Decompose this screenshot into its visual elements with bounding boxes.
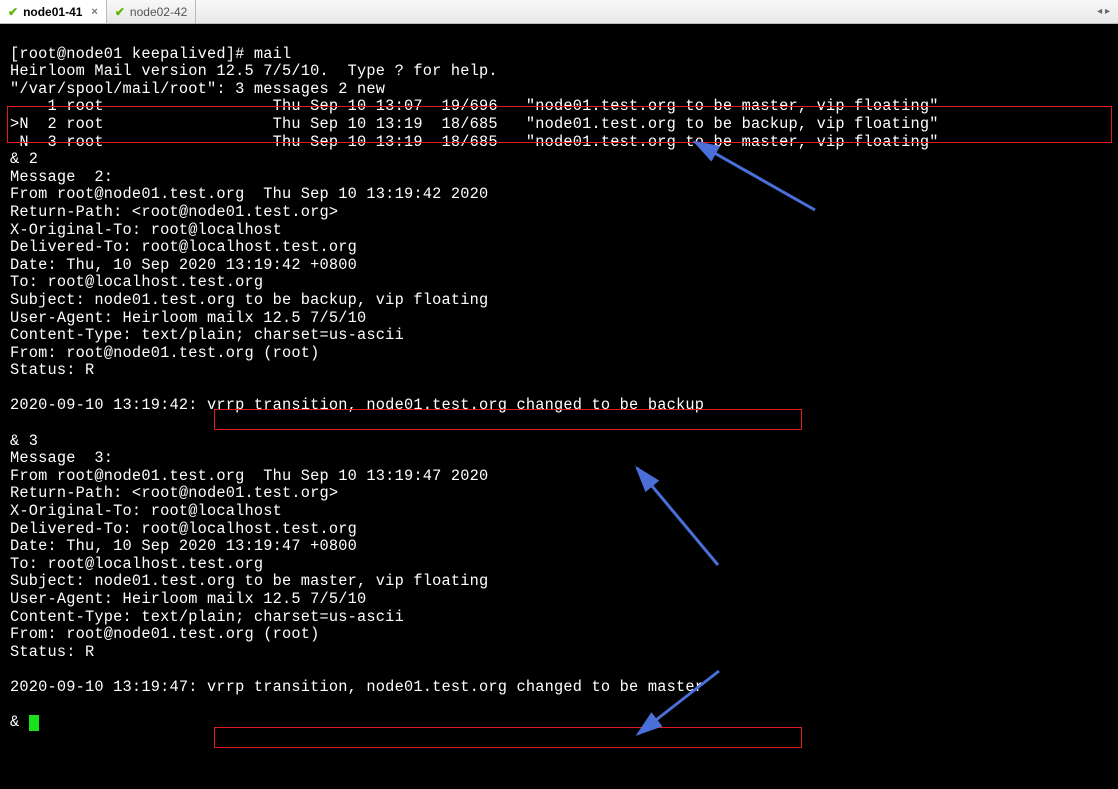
mail-prompt: & 2 — [10, 150, 38, 168]
prompt-line: [root@node01 keepalived]# mail — [10, 45, 291, 63]
close-icon[interactable]: × — [91, 6, 97, 18]
tab-label: node01-41 — [23, 5, 82, 19]
message-header: Delivered-To: root@localhost.test.org — [10, 520, 357, 538]
cursor-icon — [29, 715, 39, 731]
new-tab-icon[interactable]: ◂ ▸ — [1097, 6, 1110, 17]
message-header: Subject: node01.test.org to be backup, v… — [10, 291, 488, 309]
message-timestamp: 2020-09-10 13:19:47: — [10, 678, 198, 696]
message-header: Message 2: — [10, 168, 113, 186]
tab-node02[interactable]: ✔ node02-42 — [107, 0, 196, 23]
mail-list-row: 1 root Thu Sep 10 13:07 19/696 "node01.t… — [10, 97, 939, 115]
message-header: Date: Thu, 10 Sep 2020 13:19:47 +0800 — [10, 537, 357, 555]
check-icon: ✔ — [115, 5, 125, 19]
message-header: Return-Path: <root@node01.test.org> — [10, 484, 338, 502]
terminal-output[interactable]: [root@node01 keepalived]# mail Heirloom … — [0, 24, 1118, 789]
mail-list-row: N 3 root Thu Sep 10 13:19 18/685 "node01… — [10, 133, 939, 151]
check-icon: ✔ — [8, 5, 18, 19]
message-header: X-Original-To: root@localhost — [10, 221, 282, 239]
banner-line: Heirloom Mail version 12.5 7/5/10. Type … — [10, 62, 498, 80]
mail-prompt: & — [10, 713, 29, 731]
message-timestamp: 2020-09-10 13:19:42: — [10, 396, 198, 414]
message-header: Delivered-To: root@localhost.test.org — [10, 238, 357, 256]
message-header: From: root@node01.test.org (root) — [10, 344, 320, 362]
tab-bar: ✔ node01-41 × ✔ node02-42 ◂ ▸ — [0, 0, 1118, 24]
window-controls: ◂ ▸ — [1097, 0, 1118, 23]
mail-prompt: & 3 — [10, 432, 38, 450]
message-header: Return-Path: <root@node01.test.org> — [10, 203, 338, 221]
message-header: Date: Thu, 10 Sep 2020 13:19:42 +0800 — [10, 256, 357, 274]
tab-node01[interactable]: ✔ node01-41 × — [0, 0, 107, 23]
message-header: User-Agent: Heirloom mailx 12.5 7/5/10 — [10, 590, 366, 608]
message-body: vrrp transition, node01.test.org changed… — [198, 678, 705, 696]
message-header: Status: R — [10, 361, 94, 379]
banner-line: "/var/spool/mail/root": 3 messages 2 new — [10, 80, 385, 98]
message-body: vrrp transition, node01.test.org changed… — [198, 396, 705, 414]
mail-list-row: >N 2 root Thu Sep 10 13:19 18/685 "node0… — [10, 115, 939, 133]
message-header: To: root@localhost.test.org — [10, 555, 263, 573]
message-header: From root@node01.test.org Thu Sep 10 13:… — [10, 185, 488, 203]
message-header: Status: R — [10, 643, 94, 661]
message-header: User-Agent: Heirloom mailx 12.5 7/5/10 — [10, 309, 366, 327]
message-header: To: root@localhost.test.org — [10, 273, 263, 291]
message-header: Subject: node01.test.org to be master, v… — [10, 572, 488, 590]
message-header: From root@node01.test.org Thu Sep 10 13:… — [10, 467, 488, 485]
tab-label: node02-42 — [130, 5, 187, 19]
message-header: Content-Type: text/plain; charset=us-asc… — [10, 326, 404, 344]
message-header: Message 3: — [10, 449, 113, 467]
message-header: Content-Type: text/plain; charset=us-asc… — [10, 608, 404, 626]
message-header: X-Original-To: root@localhost — [10, 502, 282, 520]
message-header: From: root@node01.test.org (root) — [10, 625, 320, 643]
